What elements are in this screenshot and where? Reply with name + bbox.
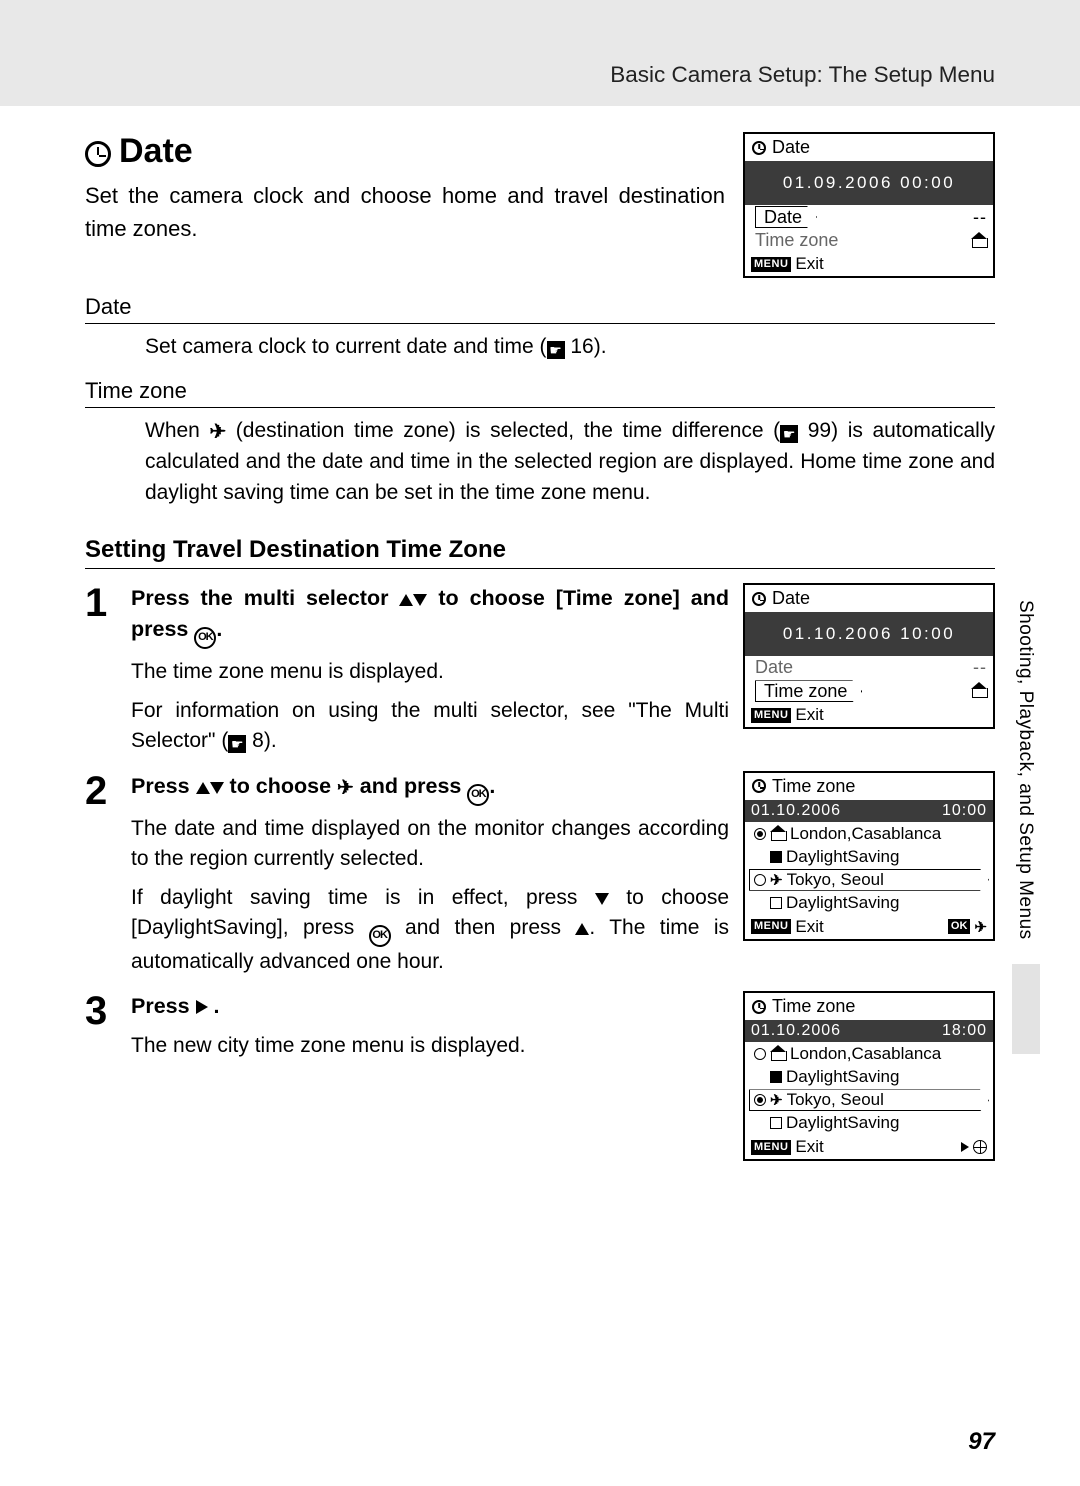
checkbox-filled-icon — [770, 851, 782, 863]
page-number: 97 — [968, 1428, 995, 1456]
globe-icon — [973, 1140, 987, 1154]
step-number: 2 — [85, 771, 117, 811]
menu-chip: MENU — [751, 257, 791, 272]
step-1-body-2: For information on using the multi selec… — [131, 696, 729, 757]
lcd-title: Date — [745, 134, 993, 161]
down-triangle-icon — [595, 893, 609, 905]
airplane-icon: ✈ — [337, 774, 354, 803]
lcd-step-2: Time zone 01.10.200610:00 London,Casabla… — [743, 771, 995, 941]
step-number: 3 — [85, 991, 117, 1031]
up-triangle-icon — [399, 594, 413, 606]
def-term-timezone: Time zone — [85, 378, 995, 408]
home-icon — [971, 234, 987, 248]
lcd-date-main: Date 01.09.2006 00:00 Date -- Time zone … — [743, 132, 995, 278]
radio-icon — [754, 874, 766, 886]
lcd-step-1: Date 01.10.2006 10:00 Date -- Time zone … — [743, 583, 995, 729]
lcd-step-3: Time zone 01.10.200618:00 London,Casabla… — [743, 991, 995, 1161]
def-term-date: Date — [85, 294, 995, 324]
home-icon — [971, 684, 987, 698]
step-1-instruction: Press the multi selector to choose [Time… — [131, 583, 729, 649]
airplane-icon: ✈ — [209, 418, 226, 447]
intro-text: Set the camera clock and choose home and… — [85, 179, 725, 245]
radio-icon — [754, 1048, 766, 1060]
up-triangle-icon — [575, 923, 589, 935]
step-1: 1 Press the multi selector to choose [Ti… — [85, 583, 995, 756]
down-triangle-icon — [413, 594, 427, 606]
home-icon — [770, 827, 786, 841]
up-triangle-icon — [196, 782, 210, 794]
lcd-row-date: Date -- — [745, 205, 993, 229]
lcd-footer: MENU Exit — [745, 252, 993, 276]
checkbox-filled-icon — [770, 1071, 782, 1083]
ok-icon: OK — [369, 925, 391, 947]
step-2-instruction: Press to choose ✈ and press OK. — [131, 771, 729, 806]
def-body-timezone: When ✈ (destination time zone) is select… — [85, 412, 995, 508]
step-2: 2 Press to choose ✈ and press OK. The da… — [85, 771, 995, 978]
lcd-row-date: Date -- — [745, 656, 993, 679]
sub-heading: Setting Travel Destination Time Zone — [85, 536, 995, 564]
def-body-date: Set camera clock to current date and tim… — [85, 328, 995, 362]
right-triangle-icon — [196, 1000, 208, 1014]
airplane-icon: ✈ — [770, 871, 783, 889]
radio-filled-icon — [754, 1094, 766, 1106]
clock-icon — [752, 1000, 766, 1014]
step-1-body-1: The time zone menu is displayed. — [131, 657, 729, 687]
reference-icon: ☛ — [547, 341, 565, 359]
section-title: Basic Camera Setup: The Setup Menu — [610, 62, 995, 87]
step-2-body-2: If daylight saving time is in effect, pr… — [131, 883, 729, 978]
page-title: Date — [85, 132, 725, 171]
right-triangle-icon — [961, 1142, 969, 1152]
lcd-row-timezone: Time zone — [745, 229, 993, 252]
airplane-icon: ✈ — [974, 918, 987, 936]
ok-icon: OK — [194, 627, 216, 649]
header-bar: Basic Camera Setup: The Setup Menu — [0, 0, 1080, 106]
side-tab-label: Shooting, Playback, and Setup Menus — [1014, 600, 1036, 940]
step-number: 1 — [85, 583, 117, 623]
clock-icon — [752, 592, 766, 606]
step-3-body-1: The new city time zone menu is displayed… — [131, 1031, 729, 1061]
reference-icon: ☛ — [228, 735, 246, 753]
down-triangle-icon — [210, 782, 224, 794]
lcd-row-timezone: Time zone — [745, 679, 993, 703]
reference-icon: ☛ — [780, 425, 798, 443]
radio-filled-icon — [754, 828, 766, 840]
checkbox-icon — [770, 1117, 782, 1129]
step-3-instruction: Press . — [131, 991, 729, 1022]
side-tab-marker — [1012, 964, 1040, 1054]
checkbox-icon — [770, 897, 782, 909]
clock-icon — [85, 141, 111, 167]
clock-icon — [752, 141, 766, 155]
step-2-body-1: The date and time displayed on the monit… — [131, 814, 729, 875]
rule — [85, 568, 995, 569]
ok-icon: OK — [467, 784, 489, 806]
step-3: 3 Press . The new city time zone menu is… — [85, 991, 995, 1161]
home-icon — [770, 1047, 786, 1061]
airplane-icon: ✈ — [770, 1091, 783, 1109]
lcd-datetime: 01.09.2006 00:00 — [745, 161, 993, 205]
clock-icon — [752, 779, 766, 793]
